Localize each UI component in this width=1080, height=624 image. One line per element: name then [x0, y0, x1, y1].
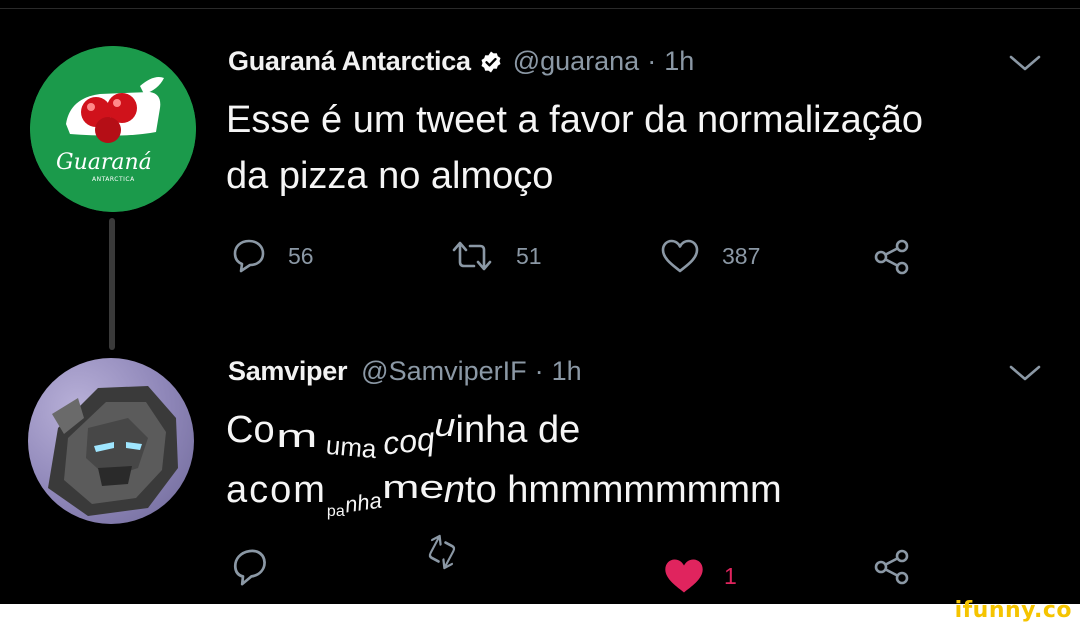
timestamp[interactable]: 1h: [664, 46, 694, 77]
retweet-button[interactable]: [420, 534, 464, 570]
warped-text-fragment: nha: [343, 487, 383, 518]
share-button[interactable]: [872, 238, 912, 276]
retweet-icon: [428, 534, 456, 570]
user-handle[interactable]: @guarana: [513, 46, 640, 77]
avatar-guarana[interactable]: Guaraná ANTARCTICA: [30, 46, 196, 212]
tweet-actions: 1: [0, 534, 1080, 598]
verified-badge-icon: [479, 50, 503, 74]
reply-icon: [233, 239, 265, 273]
chevron-down-icon[interactable]: [1008, 362, 1042, 384]
share-icon: [874, 239, 909, 275]
footer-bar: [0, 604, 1080, 624]
tweet-text-line: Com umacoquinha de: [226, 402, 782, 464]
warped-text-fragment: n: [443, 469, 466, 511]
like-button[interactable]: 387: [660, 238, 760, 274]
tweet-text-line: acompanhamento hmmmmmmmm: [226, 462, 782, 520]
display-name[interactable]: Samviper: [228, 356, 347, 387]
reply-count: 56: [288, 242, 314, 269]
timestamp[interactable]: 1h: [552, 356, 582, 387]
thread-connector-line: [109, 218, 115, 350]
share-button[interactable]: [872, 548, 912, 586]
reply-button[interactable]: [232, 548, 268, 586]
retweet-button[interactable]: 51: [450, 238, 542, 274]
like-count: 1: [724, 562, 737, 589]
robot-avatar-image: [48, 386, 178, 516]
tweet-text-line: Esse é um tweet a favor da normalização: [226, 99, 924, 141]
warped-text-fragment: to hmmmmmmmm: [465, 469, 782, 511]
tweet-text: Esse é um tweet a favor da normalização …: [226, 92, 923, 204]
tweet-header: Samviper @SamviperIF · 1h: [228, 356, 582, 387]
retweet-icon: [452, 241, 492, 271]
watermark: ifunny.co: [954, 598, 1072, 623]
reply-button[interactable]: 56: [232, 238, 314, 274]
tweet-header: Guaraná Antarctica @guarana · 1h: [228, 46, 694, 77]
tweet-text: Com umacoquinha de acompanhamento hmmmmmm…: [226, 402, 782, 520]
avatar-logo-text: Guaraná: [56, 150, 152, 175]
warped-text-fragment: uma: [325, 429, 379, 465]
reply-icon: [233, 549, 266, 586]
top-divider: [0, 8, 1080, 9]
warped-text-fragment: pa: [326, 503, 345, 520]
avatar-samviper[interactable]: [28, 358, 194, 524]
warped-text-fragment: u: [434, 408, 456, 444]
avatar-logo-sub: ANTARCTICA: [92, 176, 135, 183]
guarana-logo: [30, 46, 196, 212]
like-count: 387: [722, 242, 761, 269]
separator-dot: ·: [534, 356, 544, 386]
warped-text-fragment: m: [275, 418, 317, 455]
retweet-count: 51: [516, 242, 542, 269]
user-handle[interactable]: @SamviperIF: [361, 356, 526, 387]
warped-text-fragment: acom: [226, 469, 327, 511]
separator-dot: ·: [647, 46, 657, 76]
tweet-actions: 56 51 387: [0, 238, 1080, 288]
warped-text-fragment: inha de: [455, 409, 581, 451]
warped-text-fragment: me: [382, 469, 445, 505]
share-icon: [874, 549, 909, 585]
heart-icon: [661, 239, 699, 273]
warped-text-fragment: Co: [226, 409, 275, 451]
heart-filled-icon: [665, 559, 703, 593]
display-name[interactable]: Guaraná Antarctica: [228, 46, 471, 77]
chevron-down-icon[interactable]: [1008, 52, 1042, 74]
tweet-text-line: da pizza no almoço: [226, 155, 554, 197]
like-button[interactable]: 1: [662, 556, 737, 596]
